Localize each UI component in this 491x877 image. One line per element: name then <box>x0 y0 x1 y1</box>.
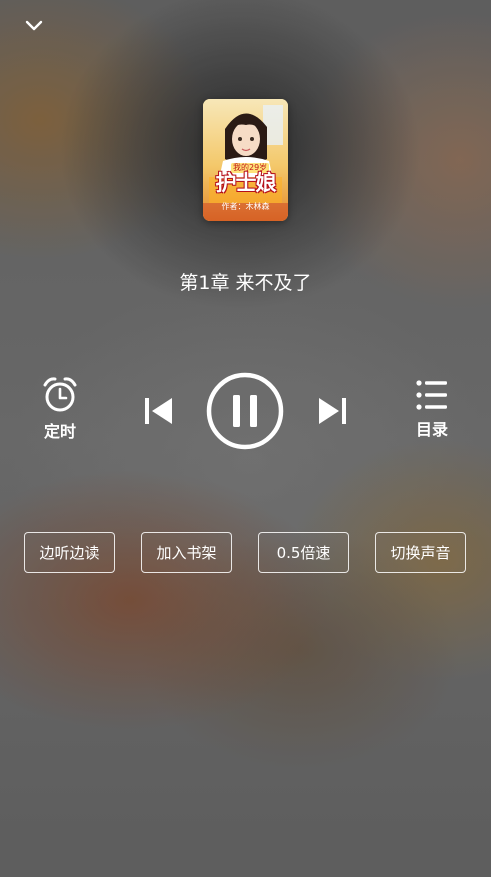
switch-voice-button[interactable]: 切换声音 <box>375 532 466 573</box>
next-button[interactable] <box>315 393 351 429</box>
timer-button[interactable]: 定时 <box>38 376 82 442</box>
previous-button[interactable] <box>140 393 176 429</box>
pause-button[interactable] <box>206 372 284 450</box>
playback-speed-button[interactable]: 0.5倍速 <box>258 532 349 573</box>
skip-next-icon <box>319 398 346 424</box>
cover-title: 护士娘 <box>215 171 277 195</box>
chapter-title: 第1章 来不及了 <box>179 272 312 294</box>
chevron-down-icon <box>25 20 43 31</box>
collapse-button[interactable] <box>22 16 46 36</box>
cover-author: 作者：木林森 <box>221 202 270 211</box>
alarm-clock-icon <box>43 377 77 412</box>
list-icon <box>416 380 447 410</box>
toc-label: 目录 <box>415 420 448 439</box>
pause-icon <box>206 372 284 450</box>
toc-button[interactable]: 目录 <box>410 378 454 440</box>
add-to-bookshelf-button[interactable]: 加入书架 <box>141 532 232 573</box>
timer-label: 定时 <box>43 422 76 441</box>
skip-previous-icon <box>145 398 172 424</box>
listen-and-read-button[interactable]: 边听边读 <box>24 532 115 573</box>
book-cover: 我的29岁 护士娘 作者：木林森 <box>203 99 288 221</box>
